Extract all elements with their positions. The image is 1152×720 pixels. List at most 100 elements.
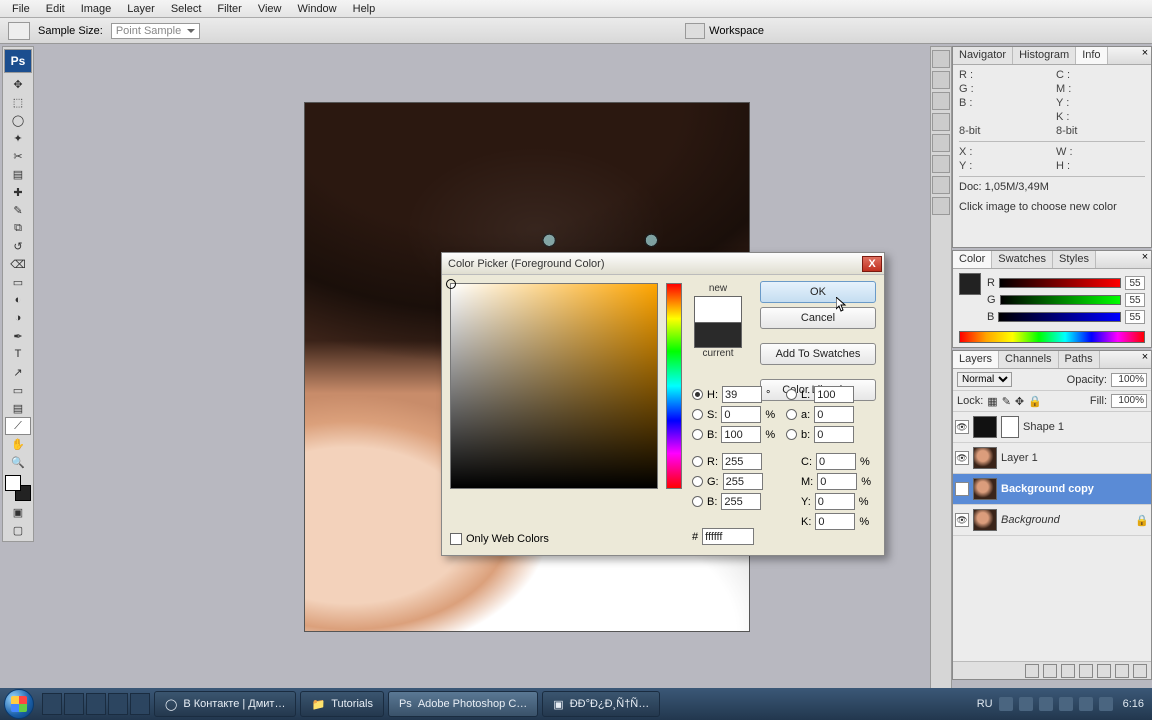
layer-name[interactable]: Shape 1 [1023, 421, 1064, 433]
b-slider[interactable] [998, 312, 1121, 322]
visibility-icon[interactable]: 👁 [955, 451, 969, 465]
menu-edit[interactable]: Edit [38, 1, 73, 17]
stamp-tool[interactable]: ⧉ [5, 219, 31, 237]
r-radio[interactable] [692, 456, 703, 467]
lab-b-input[interactable] [814, 426, 854, 443]
new-layer-icon[interactable] [1115, 664, 1129, 678]
marquee-tool[interactable]: ⬚ [5, 93, 31, 111]
web-colors-checkbox[interactable] [450, 533, 462, 545]
workspace-icon[interactable] [685, 23, 705, 39]
well-button[interactable] [932, 92, 950, 110]
fill-field[interactable]: 100% [1111, 394, 1147, 408]
adjustment-icon[interactable] [1079, 664, 1093, 678]
tab-swatches[interactable]: Swatches [992, 251, 1053, 268]
taskbar-item[interactable]: ◯В Контакте | Дмит… [154, 691, 296, 717]
pinned-app[interactable] [108, 693, 128, 715]
tab-channels[interactable]: Channels [999, 351, 1058, 368]
lock-all-icon[interactable]: 🔒 [1028, 395, 1042, 408]
shape-tool[interactable]: ▭ [5, 381, 31, 399]
tab-histogram[interactable]: Histogram [1013, 47, 1076, 64]
eraser-tool[interactable]: ⌫ [5, 255, 31, 273]
bv-input[interactable] [721, 426, 761, 443]
mask-icon[interactable] [1061, 664, 1075, 678]
layer-name[interactable]: Background [1001, 514, 1060, 526]
lasso-tool[interactable]: ◯ [5, 111, 31, 129]
menu-file[interactable]: File [4, 1, 38, 17]
panel-fg-swatch[interactable] [959, 273, 981, 295]
g-radio[interactable] [692, 476, 703, 487]
tray-icon[interactable] [1019, 697, 1033, 711]
visibility-icon[interactable]: 👁 [955, 513, 969, 527]
lab-b-radio[interactable] [786, 429, 797, 440]
well-button[interactable] [932, 176, 950, 194]
pinned-app[interactable] [42, 693, 62, 715]
move-tool[interactable]: ✥ [5, 75, 31, 93]
color-swatches[interactable] [5, 475, 31, 501]
layer-row[interactable]: 👁 Background copy [953, 474, 1151, 505]
r-value[interactable]: 55 [1125, 276, 1145, 290]
current-color-swatch[interactable] [694, 322, 742, 348]
visibility-icon[interactable]: 👁 [955, 482, 969, 496]
g-value[interactable]: 55 [1125, 293, 1145, 307]
color-marker[interactable] [446, 279, 456, 289]
dialog-titlebar[interactable]: Color Picker (Foreground Color) X [442, 253, 884, 275]
g-slider[interactable] [1000, 295, 1121, 305]
history-brush-tool[interactable]: ↺ [5, 237, 31, 255]
gradient-tool[interactable]: ▭ [5, 273, 31, 291]
s-input[interactable] [721, 406, 761, 423]
fx-icon[interactable] [1043, 664, 1057, 678]
tab-layers[interactable]: Layers [953, 351, 999, 368]
menu-filter[interactable]: Filter [209, 1, 249, 17]
menu-image[interactable]: Image [73, 1, 120, 17]
pinned-app[interactable] [130, 693, 150, 715]
h-input[interactable] [722, 386, 762, 403]
h-radio[interactable] [692, 389, 703, 400]
lang-indicator[interactable]: RU [977, 698, 993, 710]
menu-select[interactable]: Select [163, 1, 210, 17]
taskbar-item[interactable]: PsAdobe Photoshop C… [388, 691, 538, 717]
cancel-button[interactable]: Cancel [760, 307, 876, 329]
pen-tool[interactable]: ✒ [5, 327, 31, 345]
crop-tool[interactable]: ✂ [5, 147, 31, 165]
close-button[interactable]: X [862, 256, 882, 272]
well-button[interactable] [932, 134, 950, 152]
pinned-app[interactable] [64, 693, 84, 715]
menu-layer[interactable]: Layer [119, 1, 163, 17]
color-ramp[interactable] [959, 331, 1145, 343]
layer-row[interactable]: 👁 Shape 1 [953, 412, 1151, 443]
well-button[interactable] [932, 50, 950, 68]
lock-brush-icon[interactable]: ✎ [1002, 395, 1011, 408]
a-input[interactable] [814, 406, 854, 423]
eyedropper-tool[interactable]: ⟋ [5, 417, 31, 435]
bv-radio[interactable] [692, 429, 703, 440]
well-button[interactable] [932, 155, 950, 173]
tab-navigator[interactable]: Navigator [953, 47, 1013, 64]
taskbar-item[interactable]: ▣ĐĐ°Đ¿Đ¸Ñ†Ñ… [542, 691, 660, 717]
k-input[interactable] [815, 513, 855, 530]
opacity-field[interactable]: 100% [1111, 373, 1147, 387]
hue-slider[interactable] [666, 283, 682, 489]
bc-radio[interactable] [692, 496, 703, 507]
y-input[interactable] [815, 493, 855, 510]
hex-input[interactable] [702, 528, 754, 545]
visibility-icon[interactable]: 👁 [955, 420, 969, 434]
s-radio[interactable] [692, 409, 703, 420]
tray-icon[interactable] [1039, 697, 1053, 711]
slice-tool[interactable]: ▤ [5, 165, 31, 183]
layer-name[interactable]: Background copy [1001, 483, 1094, 495]
m-input[interactable] [817, 473, 857, 490]
a-radio[interactable] [786, 409, 797, 420]
lock-transparent-icon[interactable]: ▦ [987, 395, 997, 408]
lock-move-icon[interactable]: ✥ [1015, 395, 1024, 408]
panel-close-icon[interactable]: × [1139, 251, 1151, 268]
sample-size-dropdown[interactable]: Point Sample [111, 23, 200, 39]
panel-close-icon[interactable]: × [1139, 47, 1151, 64]
hand-tool[interactable]: ✋ [5, 435, 31, 453]
heal-tool[interactable]: ✚ [5, 183, 31, 201]
ps-logo-icon[interactable]: Ps [4, 49, 32, 73]
tool-preset-icon[interactable] [8, 22, 30, 40]
workspace-dropdown[interactable]: Workspace [709, 25, 776, 37]
l-radio[interactable] [786, 389, 797, 400]
tray-icon[interactable] [999, 697, 1013, 711]
layer-row[interactable]: 👁 Background 🔒 [953, 505, 1151, 536]
